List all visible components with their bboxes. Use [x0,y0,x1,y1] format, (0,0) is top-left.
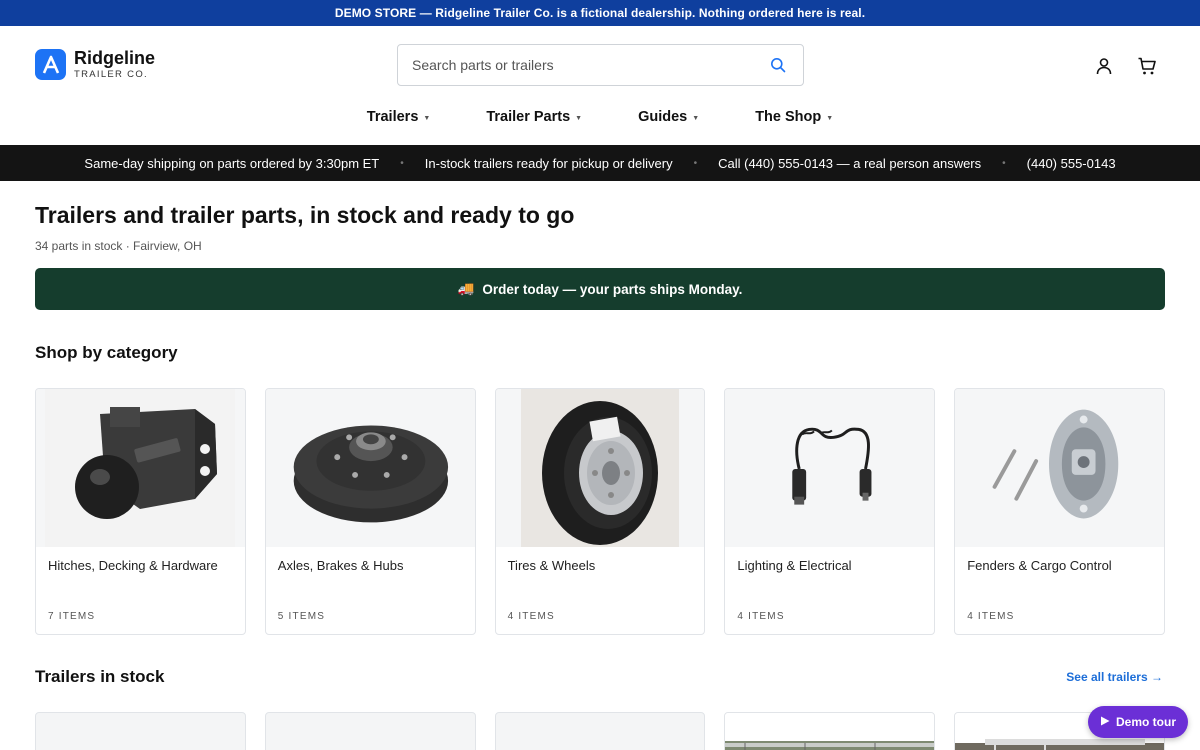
demo-store-text: DEMO STORE — Ridgeline Trailer Co. is a … [334,6,866,20]
nav-item-the-shop[interactable]: The Shop ▼ [727,104,861,125]
search-box [397,44,804,86]
trailer-card[interactable] [494,712,706,750]
truck-icon: 🚚 [457,281,475,296]
ticker-item: Same-day shipping on parts ordered by 3:… [84,155,380,171]
category-image [955,389,1164,547]
main-content: Trailers and trailer parts, in stock and… [0,202,1200,750]
category-count: 4 ITEMS [967,611,1015,622]
category-card-fenders[interactable]: Fenders & Cargo Control 4 ITEMS [954,388,1165,635]
category-card-axles[interactable]: Axles, Brakes & Hubs 5 ITEMS [264,388,476,635]
logo-mark-icon [35,49,66,80]
cart-icon[interactable] [1136,55,1158,77]
category-image [36,389,245,547]
category-name: Axles, Brakes & Hubs [277,558,404,573]
trailer-grid [35,712,1165,750]
category-count: 5 ITEMS [277,611,326,622]
category-card-lighting[interactable]: Lighting & Electrical 4 ITEMS [724,388,936,635]
category-name: Tires & Wheels [507,558,596,573]
search-input[interactable] [412,57,767,73]
category-count: 4 ITEMS [737,611,785,622]
order-banner: 🚚 Order today — your parts ships Monday. [35,268,1165,310]
category-card-tires[interactable]: Tires & Wheels 4 ITEMS [494,388,706,635]
nav-item-trailers[interactable]: Trailers ▼ [339,104,459,125]
category-image [265,389,475,547]
category-name: Hitches, Decking & Hardware [48,558,218,573]
category-image [725,389,935,547]
category-card-hitches[interactable]: Hitches, Decking & Hardware 7 ITEMS [35,388,246,635]
caret-down-icon: ▼ [575,115,583,122]
logo-name: Ridgeline [74,48,156,69]
category-section-title: Shop by category [35,343,178,362]
caret-down-icon: ▼ [826,115,834,122]
category-image [495,389,705,547]
nav-label: Guides [638,109,688,125]
trailers-section-title: Trailers in stock [35,667,165,686]
logo[interactable]: Ridgeline TRAILER CO. [35,49,155,80]
caret-down-icon: ▼ [692,115,700,122]
ticker-item: In-stock trailers ready for pickup or de… [424,155,673,171]
play-icon [1100,715,1110,729]
trailer-image [725,713,935,750]
site-header: Ridgeline TRAILER CO. [0,26,1200,104]
caret-down-icon: ▼ [423,115,431,122]
category-count: 7 ITEMS [48,611,96,622]
category-count: 4 ITEMS [507,611,555,622]
category-grid: Hitches, Decking & Hardware 7 ITEMS Axle… [35,388,1165,635]
trailer-card[interactable] [264,712,476,750]
search-icon[interactable] [767,54,789,76]
nav-item-guides[interactable]: Guides ▼ [610,104,727,125]
trailer-card[interactable] [35,712,246,750]
trailer-card[interactable] [724,712,936,750]
ticker-item: (440) 555-0143 [1026,155,1116,171]
see-all-trailers-link[interactable]: See all trailers → [1066,670,1163,684]
ticker-item: Call (440) 555-0143 — a real person answ… [718,155,982,171]
account-icon[interactable] [1093,55,1115,77]
order-banner-text: Order today — your parts ships Monday. [482,281,743,297]
info-ticker: Same-day shipping on parts ordered by 3:… [0,145,1200,181]
category-name: Fenders & Cargo Control [967,558,1112,573]
page-title: Trailers and trailer parts, in stock and… [35,202,575,228]
page-subtitle: 34 parts in stock · Fairview, OH [35,239,202,253]
nav-label: Trailer Parts [486,109,571,125]
nav-label: Trailers [366,109,419,125]
logo-subtitle: TRAILER CO. [74,69,148,81]
nav-item-trailer-parts[interactable]: Trailer Parts ▼ [458,104,610,125]
demo-tour-button[interactable]: Demo tour [1088,706,1188,738]
demo-store-banner: DEMO STORE — Ridgeline Trailer Co. is a … [0,0,1200,26]
demo-tour-label: Demo tour [1116,715,1176,729]
main-nav: Trailers ▼ Trailer Parts ▼ Guides ▼ The Sho… [0,104,1200,145]
nav-label: The Shop [755,109,822,125]
category-name: Lighting & Electrical [737,558,852,573]
